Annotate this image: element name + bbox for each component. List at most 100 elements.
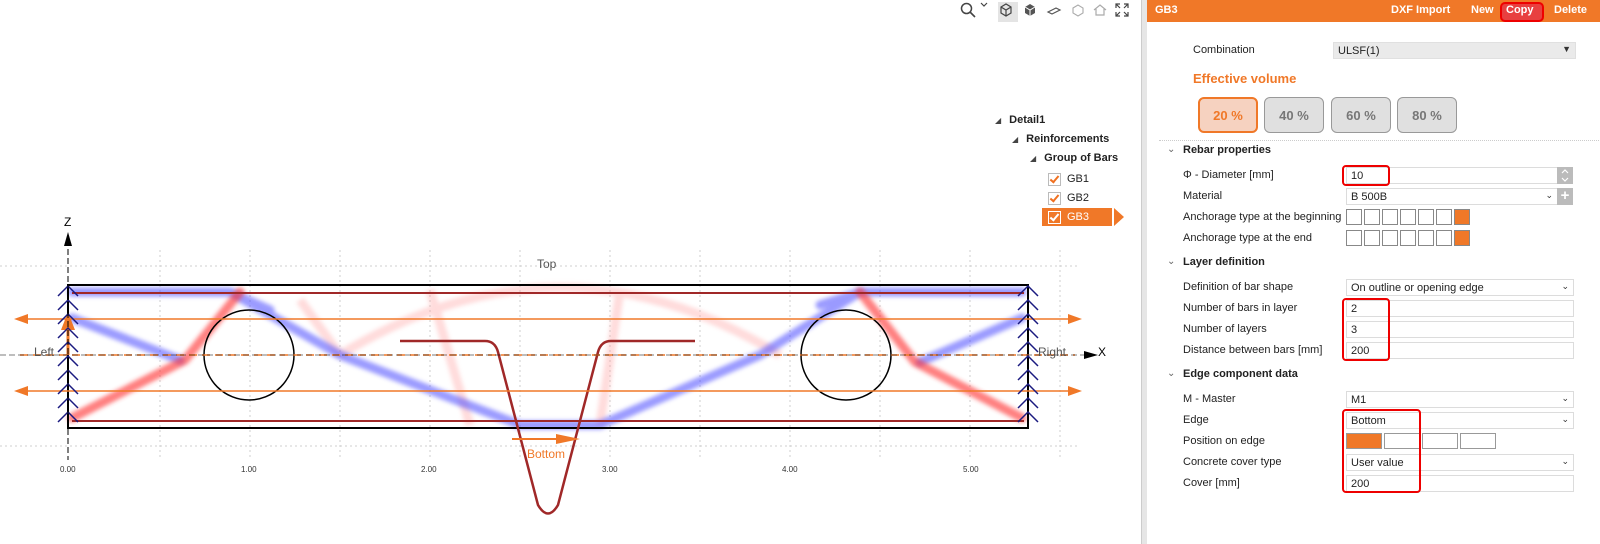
position-custom-icon[interactable] — [1460, 433, 1496, 449]
anchorage-hook-icon[interactable] — [1382, 209, 1398, 225]
expand-triangle-icon[interactable]: ◢ — [1012, 135, 1018, 144]
master-select[interactable]: M1 ⌄ — [1346, 391, 1574, 408]
cube-solid-icon[interactable] — [1022, 2, 1042, 22]
home-icon[interactable] — [1092, 2, 1112, 22]
effective-volume-title: Effective volume — [1193, 71, 1297, 86]
anchorage-coupler-icon[interactable] — [1454, 230, 1470, 246]
bar-shape-select[interactable]: On outline or opening edge ⌄ — [1346, 279, 1574, 296]
tree-item-detail1[interactable]: ◢ Detail1 — [995, 111, 1045, 129]
num-layers-label: Number of layers — [1183, 323, 1267, 335]
tree-item-gb2[interactable]: GB2 — [1048, 189, 1089, 207]
anchorage-bend-icon[interactable] — [1364, 209, 1380, 225]
chevron-down-icon: ⌄ — [1561, 281, 1569, 291]
anchorage-hook-icon[interactable] — [1382, 230, 1398, 246]
anchorage-straight-icon[interactable] — [1346, 230, 1362, 246]
layer-definition-header[interactable]: Layer definition — [1183, 256, 1265, 268]
cover-type-label: Concrete cover type — [1183, 456, 1282, 468]
divider — [1159, 140, 1599, 141]
tree-label: Detail1 — [1009, 114, 1046, 126]
wireframe-cube-icon[interactable] — [1070, 2, 1090, 22]
tick-label: 3.00 — [602, 465, 618, 474]
highlight-edge-values — [1342, 409, 1421, 493]
expand-triangle-icon[interactable]: ◢ — [1030, 154, 1036, 163]
fullscreen-icon[interactable] — [1114, 2, 1134, 22]
anchorage-head-icon[interactable] — [1436, 230, 1452, 246]
diameter-label: Φ - Diameter [mm] — [1183, 169, 1274, 181]
model-view[interactable]: Z X Top Bottom Left Right 0.00 1.00 2.00… — [0, 0, 1141, 544]
tree-item-gb3[interactable]: GB3 — [1042, 208, 1112, 226]
tree-item-reinforcements[interactable]: ◢ Reinforcements — [1012, 130, 1109, 148]
volume-40-button[interactable]: 40 % — [1264, 97, 1324, 133]
volume-20-button[interactable]: 20 % — [1198, 97, 1258, 133]
axis-x-label: X — [1098, 345, 1106, 359]
tree-item-group-of-bars[interactable]: ◢ Group of Bars — [1030, 149, 1118, 167]
anchorage-straight-icon[interactable] — [1346, 209, 1362, 225]
tick-label: 5.00 — [963, 465, 979, 474]
collapse-chevron-icon[interactable]: ⌄ — [1167, 256, 1175, 267]
edge-label: Edge — [1183, 414, 1209, 426]
distance-label: Distance between bars [mm] — [1183, 344, 1323, 356]
tick-label: 1.00 — [241, 465, 257, 474]
combination-label: Combination — [1193, 44, 1255, 56]
chevron-down-icon[interactable] — [980, 2, 992, 22]
tick-label: 4.00 — [782, 465, 798, 474]
edge-label-top: Top — [537, 257, 557, 271]
edge-component-header[interactable]: Edge component data — [1183, 368, 1298, 380]
combination-select[interactable]: ULSF(1) ▼ — [1333, 42, 1576, 59]
anchorage-plate-icon[interactable] — [1418, 209, 1434, 225]
tree-label: Group of Bars — [1044, 152, 1119, 164]
expand-triangle-icon[interactable]: ◢ — [995, 116, 1001, 125]
new-button[interactable]: New — [1471, 4, 1494, 16]
add-material-button[interactable]: + — [1557, 188, 1573, 205]
chevron-down-icon: ⌄ — [1561, 414, 1569, 424]
dxf-import-button[interactable]: DXF Import — [1391, 4, 1450, 16]
checkbox[interactable] — [1048, 210, 1061, 224]
x-ticks: 0.00 1.00 2.00 3.00 4.00 5.00 — [60, 465, 979, 474]
anchorage-coupler-icon[interactable] — [1454, 209, 1470, 225]
anchorage-end-label: Anchorage type at the end — [1183, 232, 1313, 244]
tree-label: GB3 — [1067, 211, 1090, 223]
anchorage-loop-icon[interactable] — [1400, 230, 1416, 246]
anchorage-loop-icon[interactable] — [1400, 209, 1416, 225]
highlight-diameter — [1342, 165, 1390, 186]
tick-label: 2.00 — [421, 465, 437, 474]
edge-label-left: Left — [34, 345, 55, 359]
anchorage-bend-icon[interactable] — [1364, 230, 1380, 246]
search-icon[interactable] — [960, 2, 980, 22]
plane-icon[interactable] — [1046, 2, 1066, 22]
chevron-down-icon: ⌄ — [1561, 393, 1569, 403]
checkbox[interactable] — [1048, 172, 1061, 186]
copy-button[interactable]: Copy — [1506, 4, 1534, 16]
collapse-chevron-icon[interactable]: ⌄ — [1167, 144, 1175, 155]
beam-outline[interactable] — [67, 284, 1029, 429]
position-end-icon[interactable] — [1422, 433, 1458, 449]
position-label: Position on edge — [1183, 435, 1265, 447]
panel-title: GB3 — [1155, 4, 1178, 16]
tick-label: 0.00 — [60, 465, 76, 474]
master-value: M1 — [1351, 394, 1367, 406]
tree-label: Reinforcements — [1026, 133, 1110, 145]
diameter-spinner[interactable] — [1557, 167, 1573, 184]
combination-value: ULSF(1) — [1338, 45, 1380, 57]
collapse-chevron-icon[interactable]: ⌄ — [1167, 368, 1175, 379]
material-select[interactable]: B 500B ⌄ — [1346, 188, 1558, 205]
anchorage-head-icon[interactable] — [1436, 209, 1452, 225]
edge-label-bottom: Bottom — [527, 447, 565, 461]
anchorage-begin-options[interactable] — [1346, 209, 1472, 227]
delete-button[interactable]: Delete — [1554, 4, 1587, 16]
anchorage-end-options[interactable] — [1346, 230, 1472, 248]
panel-header: GB3 DXF Import New Copy Delete — [1147, 0, 1600, 22]
tree-label: GB1 — [1067, 173, 1090, 185]
volume-60-button[interactable]: 60 % — [1331, 97, 1391, 133]
master-label: M - Master — [1183, 393, 1236, 405]
checkbox[interactable] — [1048, 191, 1061, 205]
axis-z-label: Z — [64, 215, 71, 229]
material-label: Material — [1183, 190, 1223, 202]
anchorage-plate-icon[interactable] — [1418, 230, 1434, 246]
volume-80-button[interactable]: 80 % — [1397, 97, 1457, 133]
highlight-layer-values — [1342, 298, 1390, 361]
cube-wireframe-icon[interactable] — [998, 2, 1018, 22]
tree-item-gb1[interactable]: GB1 — [1048, 170, 1089, 188]
rebar-properties-header[interactable]: Rebar properties — [1183, 144, 1271, 156]
drawing-canvas[interactable]: Z X Top Bottom Left Right 0.00 1.00 2.00… — [0, 0, 1141, 544]
